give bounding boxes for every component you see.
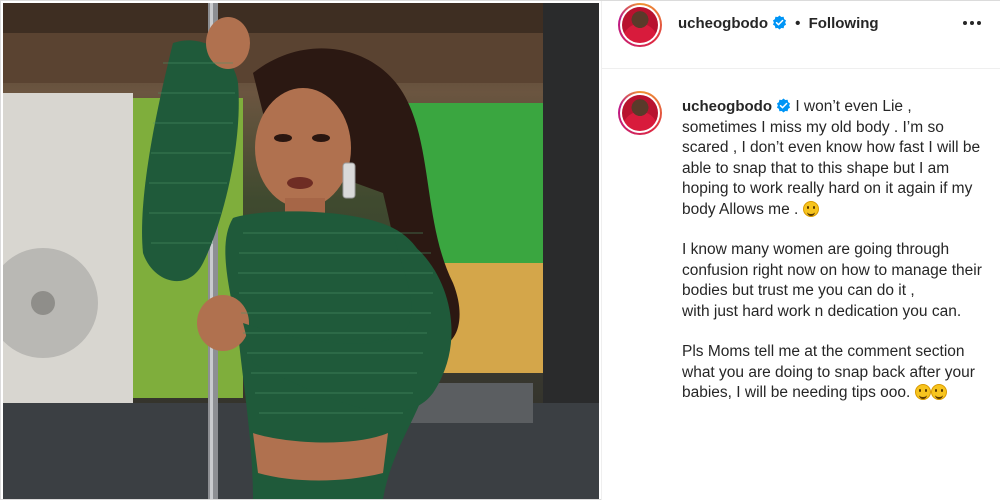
caption-author-avatar[interactable] (618, 91, 662, 135)
author-avatar[interactable] (618, 3, 662, 47)
verified-badge-icon (772, 15, 787, 30)
caption-author-avatar-image (622, 95, 658, 131)
header-separator: • (795, 15, 801, 32)
post-photo[interactable] (3, 3, 599, 499)
caption-paragraph-2: I know many women are going through conf… (682, 240, 987, 322)
following-button[interactable]: Following (809, 15, 879, 32)
author-username-link[interactable]: ucheogbodo (678, 15, 768, 32)
post-details-panel: ucheogbodo • Following ucheogbodo I won’… (601, 1, 1000, 500)
caption-text-1: I won’t even Lie , sometimes I miss my o… (682, 98, 981, 218)
caption-text-2a: I know many women are going through conf… (682, 241, 982, 299)
verified-badge-icon (776, 98, 791, 113)
author-line: ucheogbodo • Following (678, 15, 879, 32)
grimacing-emoji-icon (802, 200, 819, 217)
post-photo-illustration (3, 3, 599, 499)
caption-username-link[interactable]: ucheogbodo (682, 98, 772, 115)
more-options-icon[interactable] (960, 13, 984, 33)
smiling-emoji-icon (930, 384, 947, 400)
smiling-emoji-icon (914, 384, 931, 400)
post-header: ucheogbodo • Following (602, 1, 1000, 69)
post-caption: ucheogbodo I won’t even Lie , sometimes … (682, 97, 987, 404)
caption-paragraph-1: ucheogbodo I won’t even Lie , sometimes … (682, 97, 987, 220)
caption-text-2b: with just hard work n dedication you can… (682, 302, 962, 320)
caption-paragraph-3: Pls Moms tell me at the comment section … (682, 342, 987, 404)
author-avatar-image (622, 7, 658, 43)
instagram-post-embed: ucheogbodo • Following ucheogbodo I won’… (0, 0, 1000, 500)
